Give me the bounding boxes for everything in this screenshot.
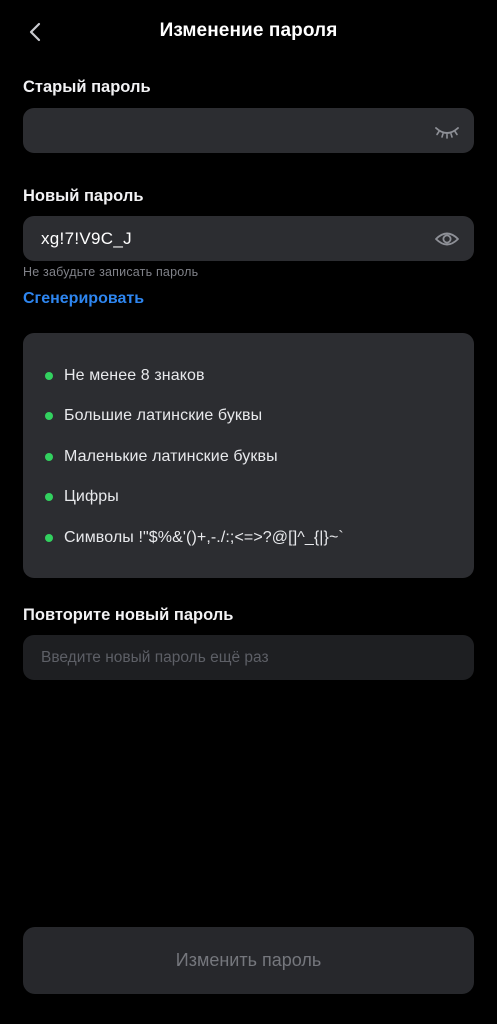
requirement-check-dot [45,372,53,380]
old-password-visibility-toggle[interactable] [432,116,462,146]
change-password-button[interactable]: Изменить пароль [23,927,474,994]
new-password-field[interactable]: xg!7!V9C_J [23,216,474,261]
eye-closed-icon [435,127,459,139]
repeat-password-label: Повторите новый пароль [23,606,234,624]
requirement-item: Не менее 8 знаков [45,365,205,387]
repeat-password-placeholder: Введите новый пароль ещё раз [41,649,269,666]
requirement-text: Маленькие латинские буквы [64,448,278,465]
requirement-check-dot [45,412,53,420]
requirement-item: Цифры [45,486,119,508]
old-password-label: Старый пароль [23,78,151,96]
requirement-check-dot [45,534,53,542]
password-requirements: Не менее 8 знаков Большие латинские букв… [23,333,474,578]
requirement-check-dot [45,453,53,461]
requirement-item: Символы !"$%&'()+,-./:;<=>?@[]^_{|}~` [45,527,344,549]
new-password-label: Новый пароль [23,187,144,205]
change-password-button-label: Изменить пароль [175,950,322,970]
repeat-password-field[interactable]: Введите новый пароль ещё раз [23,635,474,680]
new-password-visibility-toggle[interactable] [432,224,462,254]
header: Изменение пароля [0,0,497,64]
requirement-text: Символы !"$%&'()+,-./:;<=>?@[]^_{|}~` [64,529,344,546]
requirement-item: Маленькие латинские буквы [45,446,278,468]
requirement-text: Не менее 8 знаков [64,367,205,384]
requirement-text: Цифры [64,488,119,505]
page-title: Изменение пароля [159,20,338,41]
eye-icon [435,232,459,246]
old-password-field[interactable] [23,108,474,153]
new-password-hint: Не забудьте записать пароль [23,265,199,279]
requirement-text: Большие латинские буквы [64,407,263,424]
new-password-value: xg!7!V9C_J [41,229,132,248]
requirement-check-dot [45,493,53,501]
generate-password-link[interactable]: Сгенерировать [23,290,144,308]
requirement-item: Большие латинские буквы [45,405,262,427]
